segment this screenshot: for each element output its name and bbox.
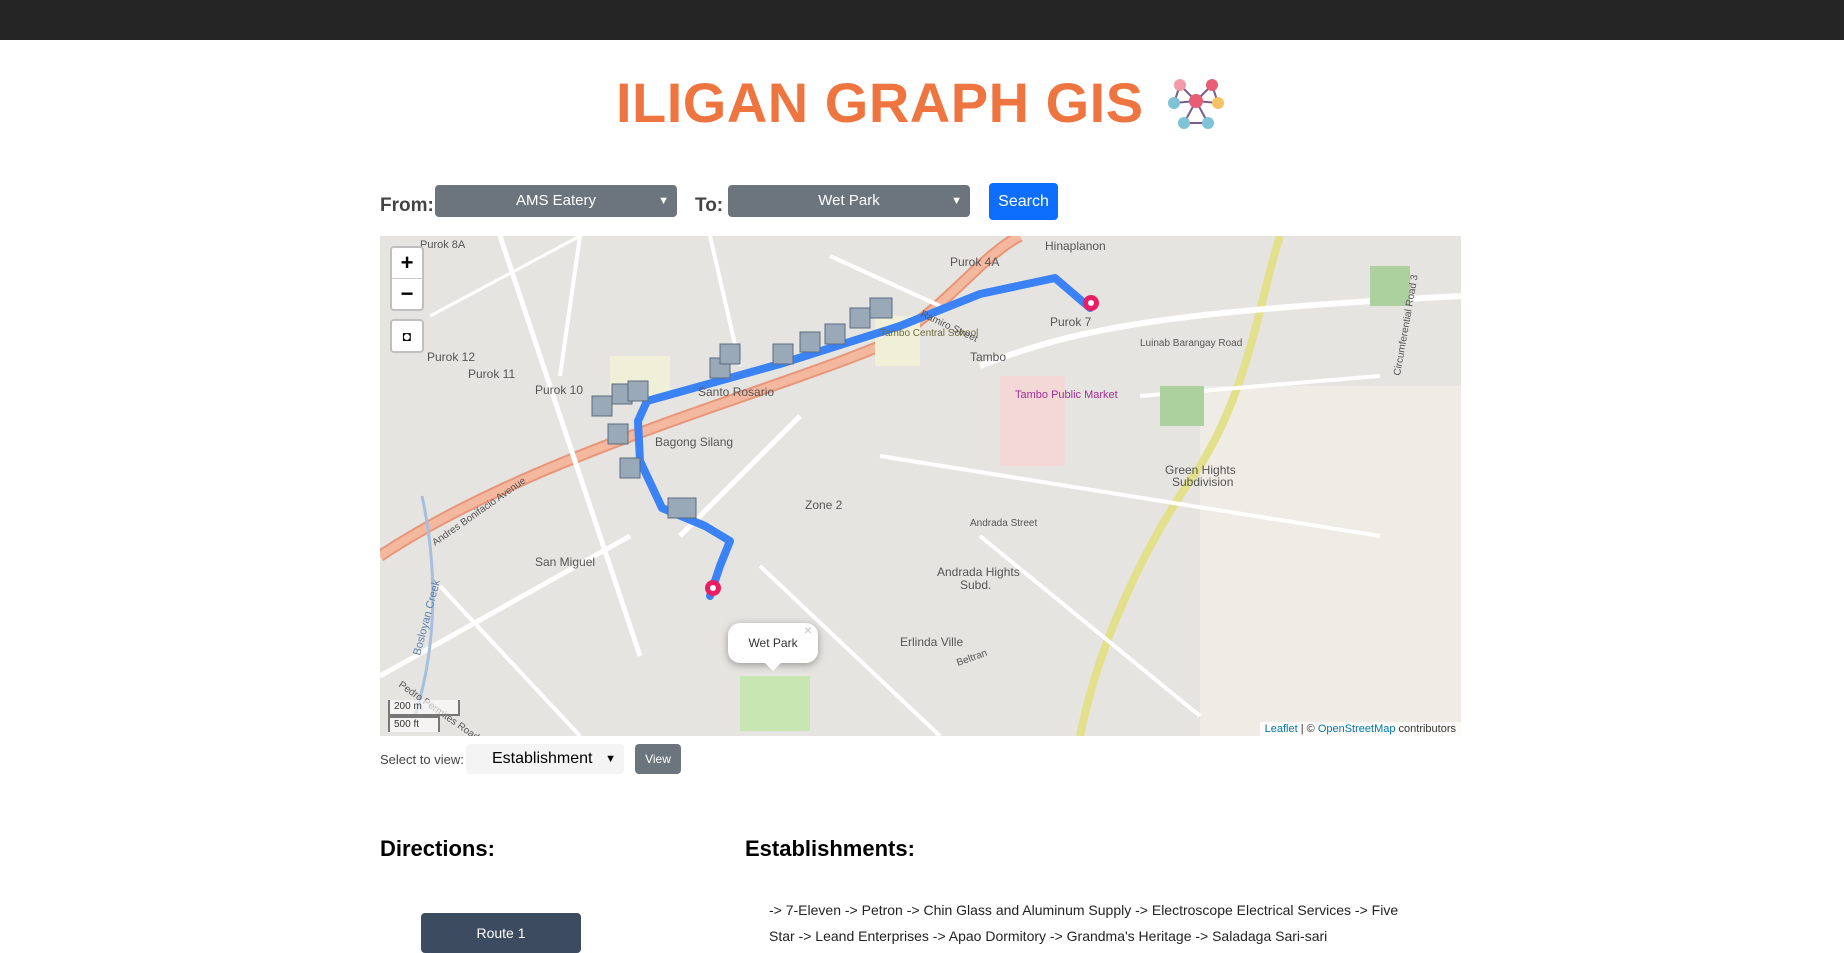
popup-tip [765,663,781,671]
route-1-button[interactable]: Route 1 [421,913,581,953]
svg-text:Andrada Hights: Andrada Hights [937,565,1020,579]
scale-imperial: 500 ft [388,716,440,732]
svg-text:Purok 4A: Purok 4A [950,255,999,269]
zoom-out-button[interactable]: − [392,278,422,309]
establishments-heading: Establishments: [745,836,915,861]
directions-heading: Directions: [380,836,495,861]
map-tiles: Hinaplanon Purok 4A Purok 7 Luinab Baran… [380,236,1461,736]
svg-text:San Miguel: San Miguel [535,555,595,569]
svg-text:Purok 10: Purok 10 [535,383,583,397]
view-select-value: Establishment [492,750,593,767]
leaflet-link[interactable]: Leaflet [1265,723,1298,735]
page-title: ILIGAN GRAPH GIS [615,71,1144,134]
svg-text:Purok 8A: Purok 8A [420,239,466,251]
chevron-down-icon: ▼ [605,753,616,765]
view-label: Select to view: [380,752,464,767]
svg-text:Santo Rosario: Santo Rosario [698,385,774,399]
from-label: From: [380,195,434,216]
scale-metric: 200 m [388,700,460,716]
svg-text:Erlinda Ville: Erlinda Ville [900,635,963,649]
view-button[interactable]: View [635,744,681,774]
graph-network-icon [1168,78,1225,129]
view-select[interactable]: Establishment ▼ [466,744,624,774]
svg-text:Bagong Silang: Bagong Silang [655,435,733,449]
zoom-in-button[interactable]: + [392,248,422,278]
chevron-down-icon: ▼ [951,195,962,207]
svg-text:Subd.: Subd. [960,578,991,592]
map-popup: Wet Park × [728,622,818,671]
openstreetmap-link[interactable]: OpenStreetMap [1318,723,1396,735]
header: ILIGAN GRAPH GIS [0,70,1844,135]
square-draw-icon[interactable]: ◘ [390,319,424,353]
from-select[interactable]: AMS Eatery ▼ [435,185,677,217]
to-select-value: Wet Park [818,192,880,209]
attribution-tail: contributors [1395,723,1456,735]
top-navbar [0,0,1844,40]
popup-text: Wet Park [748,636,798,650]
svg-text:Purok 11: Purok 11 [468,367,515,381]
to-select[interactable]: Wet Park ▼ [728,185,970,217]
svg-text:Zone 2: Zone 2 [805,498,843,512]
map-view[interactable]: Hinaplanon Purok 4A Purok 7 Luinab Baran… [380,236,1461,736]
svg-text:Luinab Barangay Road: Luinab Barangay Road [1140,338,1242,349]
attribution-separator: | © [1297,723,1318,735]
svg-text:Subdivision: Subdivision [1172,475,1233,489]
to-label: To: [695,195,724,216]
svg-text:Hinaplanon: Hinaplanon [1045,239,1106,253]
from-select-value: AMS Eatery [515,192,597,209]
map-attribution: Leaflet | © OpenStreetMap contributors [1259,722,1461,736]
search-button[interactable]: Search [989,183,1058,220]
svg-text:Tambo: Tambo [970,350,1006,364]
establishments-list: -> 7-Eleven -> Petron -> Chin Glass and … [769,902,1399,944]
map-scale: 200 m 500 ft [388,700,460,732]
zoom-control: + − [390,246,424,311]
svg-text:Tambo Public Market: Tambo Public Market [1015,389,1118,401]
svg-text:Andrada Street: Andrada Street [970,518,1037,529]
svg-text:Purok 7: Purok 7 [1050,315,1092,329]
close-icon[interactable]: × [804,610,812,650]
chevron-down-icon: ▼ [658,195,669,207]
svg-text:Purok 12: Purok 12 [427,350,475,364]
